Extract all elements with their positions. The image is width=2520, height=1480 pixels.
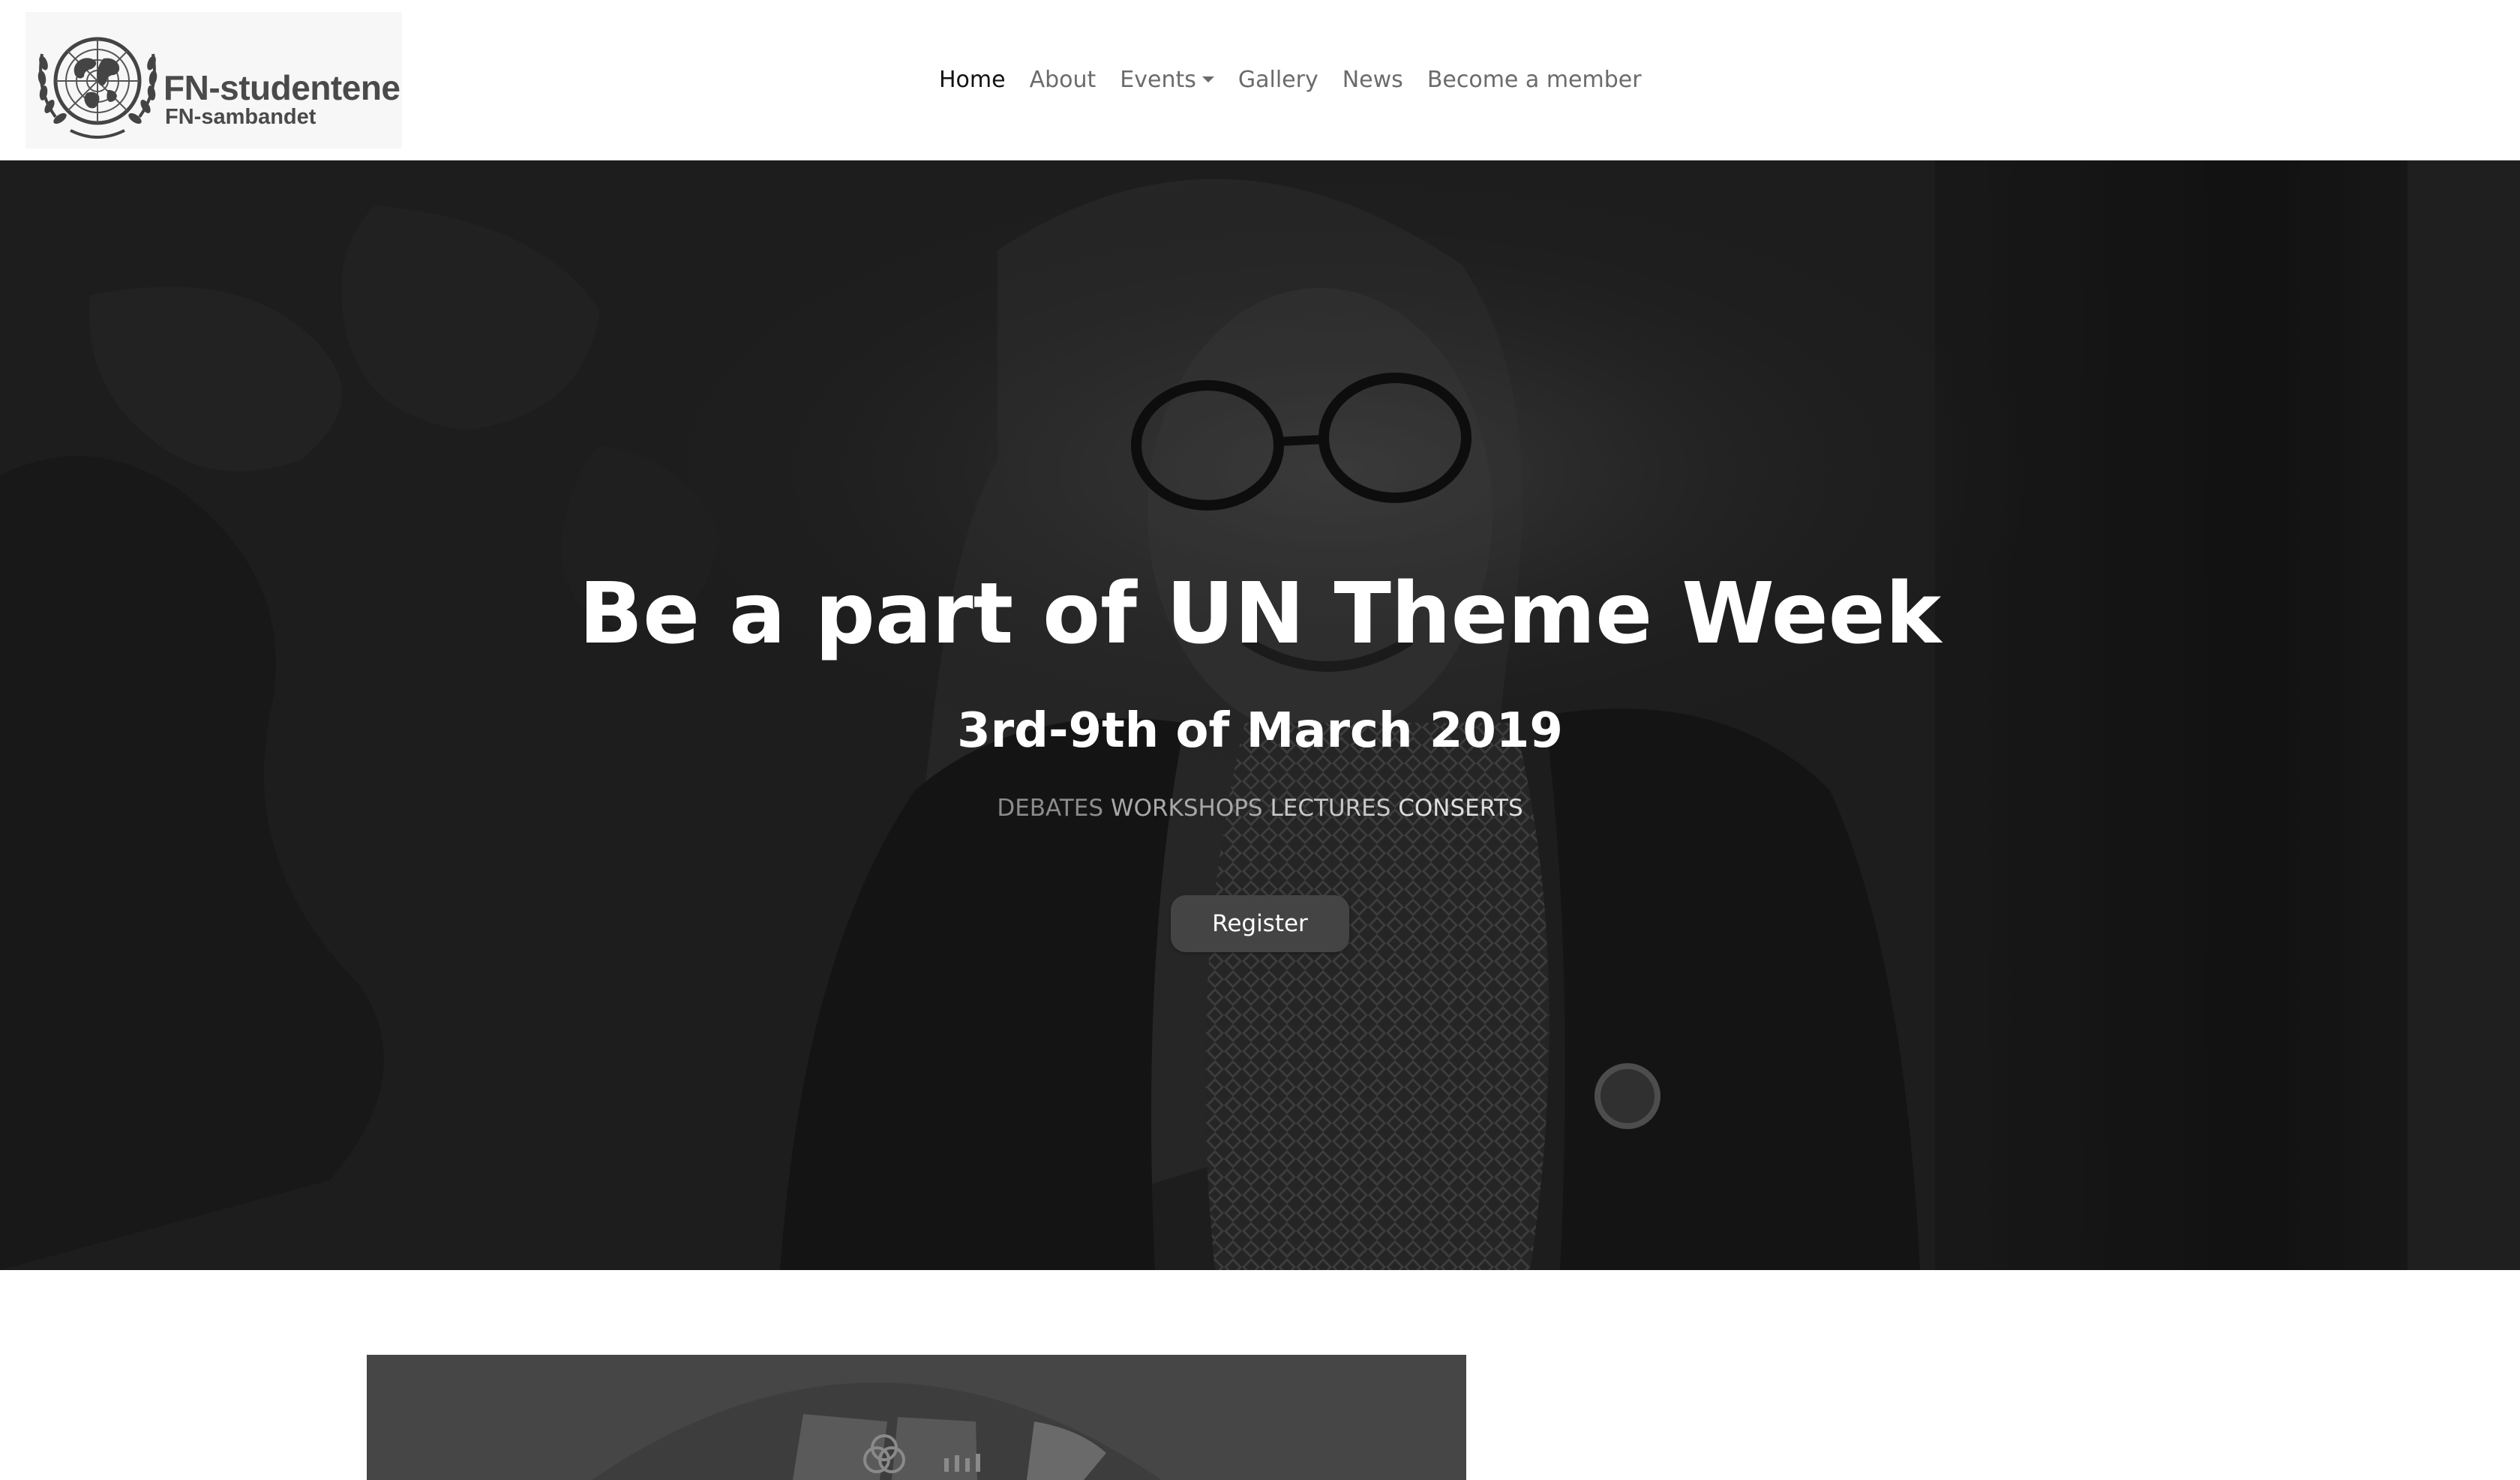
top-navbar: FN-studentene FN-sambandet Home About Ev… — [0, 0, 2520, 160]
tag-conserts: CONSERTS — [1398, 795, 1523, 822]
un-emblem-icon — [38, 37, 158, 139]
nav-item-news[interactable]: News — [1342, 67, 1403, 93]
nav-item-gallery[interactable]: Gallery — [1238, 67, 1318, 93]
hero-tags: DEBATES WORKSHOPS LECTURES CONSERTS — [0, 795, 2520, 822]
tag-workshops: WORKSHOPS — [1110, 795, 1263, 822]
main-navigation: Home About Events Gallery News Become a … — [939, 63, 1666, 96]
nav-item-become-member[interactable]: Become a member — [1427, 67, 1642, 93]
sdg-wheel-photo — [367, 1355, 1466, 1480]
tag-debates: DEBATES — [997, 795, 1104, 822]
tag-lectures: LECTURES — [1270, 795, 1391, 822]
content-section — [0, 1270, 2520, 1480]
brand-subtitle: FN-sambandet — [165, 105, 316, 129]
hero-banner: Be a part of UN Theme Week 3rd-9th of Ma… — [0, 160, 2520, 1270]
nav-item-home[interactable]: Home — [939, 67, 1006, 93]
brand-logo-link[interactable]: FN-studentene FN-sambandet — [26, 12, 402, 148]
hero-title: Be a part of UN Theme Week — [578, 565, 1942, 663]
register-button[interactable]: Register — [1171, 895, 1349, 952]
brand-title: FN-studentene — [164, 68, 400, 107]
caret-down-icon — [1202, 76, 1214, 82]
nav-item-events-label: Events — [1120, 66, 1196, 93]
nav-item-about[interactable]: About — [1030, 67, 1096, 93]
nav-item-events[interactable]: Events — [1120, 67, 1214, 93]
sdg-image — [367, 1355, 1466, 1480]
hero-date: 3rd-9th of March 2019 — [957, 703, 1563, 759]
